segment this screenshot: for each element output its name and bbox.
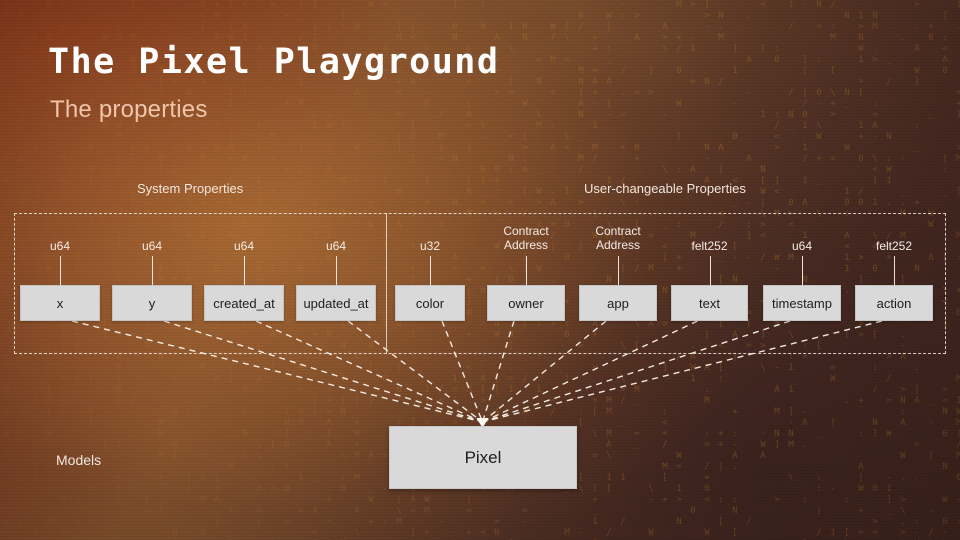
- group-divider: [386, 213, 387, 354]
- type-connector-updated_at: [336, 256, 337, 285]
- property-box-created_at[interactable]: created_at: [204, 285, 284, 321]
- slide-canvas: A 0 : . + > \ : + / = M \ W / _ . < N [ …: [0, 0, 960, 540]
- property-box-x[interactable]: x: [20, 285, 100, 321]
- page-title: The Pixel Playground: [48, 42, 500, 82]
- page-subtitle: The properties: [50, 96, 208, 123]
- type-label-action: felt252: [875, 239, 913, 253]
- type-connector-y: [152, 256, 153, 285]
- property-box-app[interactable]: app: [579, 285, 657, 321]
- type-connector-timestamp: [802, 256, 803, 285]
- property-box-action[interactable]: action: [855, 285, 933, 321]
- property-box-timestamp[interactable]: timestamp: [763, 285, 841, 321]
- group-label-system: System Properties: [137, 181, 244, 196]
- property-box-owner[interactable]: owner: [487, 285, 565, 321]
- property-box-text[interactable]: text: [671, 285, 748, 321]
- group-label-user: User-changeable Properties: [584, 181, 746, 196]
- pixel-model-node[interactable]: Pixel: [389, 426, 577, 489]
- type-connector-x: [60, 256, 61, 285]
- property-box-y[interactable]: y: [112, 285, 192, 321]
- property-box-updated_at[interactable]: updated_at: [296, 285, 376, 321]
- type-connector-color: [430, 256, 431, 285]
- models-section-label: Models: [56, 452, 102, 468]
- type-connector-text: [710, 256, 711, 285]
- type-connector-created_at: [244, 256, 245, 285]
- type-connector-action: [894, 256, 895, 285]
- type-connector-app: [618, 256, 619, 285]
- type-connector-owner: [526, 256, 527, 285]
- property-box-color[interactable]: color: [395, 285, 465, 321]
